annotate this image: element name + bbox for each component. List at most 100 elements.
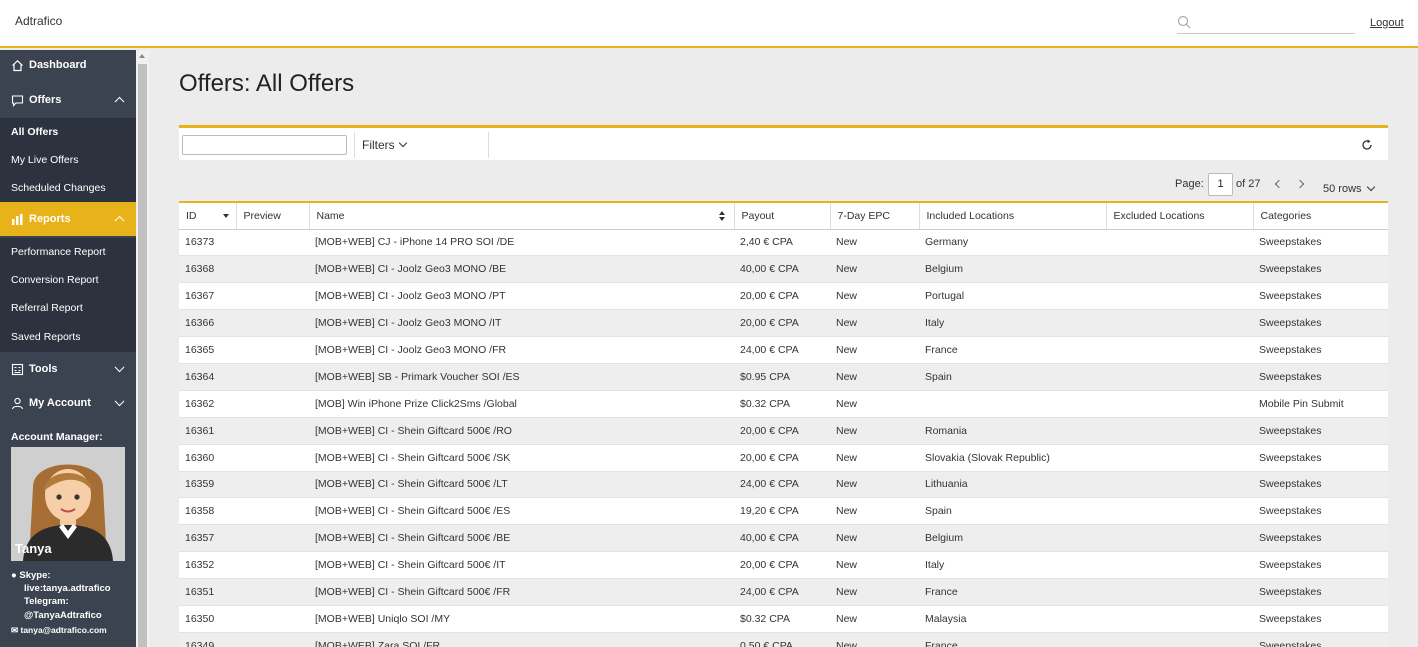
cell-name[interactable]: [MOB+WEB] CI - Joolz Geo3 MONO /BE [309,255,734,284]
cell-name[interactable]: [MOB+WEB] CI - Shein Giftcard 500€ /FR [309,578,734,606]
table-row[interactable]: 16367 [MOB+WEB] CI - Joolz Geo3 MONO /PT 2… [179,282,1388,311]
cell-name[interactable]: [MOB] Win iPhone Prize Click2Sms /Global [309,390,734,418]
refresh-icon[interactable] [1361,139,1373,151]
cell-epc: New [830,524,919,553]
sidebar: Dashboard Offers All Offers My Live Offe… [0,50,136,647]
offer-search-input[interactable] [182,135,347,155]
cell-categories: Sweepstakes [1253,229,1388,257]
table-row[interactable]: 16352 [MOB+WEB] CI - Shein Giftcard 500€ … [179,551,1388,580]
chevron-right-icon[interactable] [1295,179,1305,189]
telegram-value[interactable]: @TanyaAdtrafico [24,610,102,621]
chevron-down-icon [1366,182,1375,192]
offers-table: ID Preview Name Payout 7-Day EPC Include… [179,201,1388,647]
column-header-payout[interactable]: Payout [734,203,831,230]
cell-name[interactable]: [MOB+WEB] CI - Shein Giftcard 500€ /IT [309,551,734,580]
table-row[interactable]: 16360 [MOB+WEB] CI - Shein Giftcard 500€ … [179,444,1388,472]
cell-excluded-locations [1106,524,1253,553]
table-row[interactable]: 16365 [MOB+WEB] CI - Joolz Geo3 MONO /FR 2… [179,336,1388,364]
chevron-down-icon [398,138,407,148]
cell-name[interactable]: [MOB+WEB] CI - Shein Giftcard 500€ /LT [309,471,734,499]
cell-epc: New [830,229,919,257]
email-value[interactable]: tanya@adtrafico.com [21,625,107,635]
cell-name[interactable]: [MOB+WEB] Uniqlo SOI /MY [309,605,734,633]
cell-id: 16351 [179,578,236,606]
cell-excluded-locations [1106,605,1253,633]
sidebar-item-reports[interactable]: Reports [0,202,136,236]
sidebar-item-my-account[interactable]: My Account [0,386,136,420]
calculator-icon [11,363,24,375]
table-row[interactable]: 16368 [MOB+WEB] CI - Joolz Geo3 MONO /BE 4… [179,255,1388,284]
sidebar-subitem-performance-report[interactable]: Performance Report [0,238,136,266]
cell-name[interactable]: [MOB+WEB] CI - Shein Giftcard 500€ /RO [309,417,734,445]
table-row[interactable]: 16359 [MOB+WEB] CI - Shein Giftcard 500€ … [179,471,1388,499]
column-header-preview[interactable]: Preview [236,203,310,230]
cell-included-locations: France [919,632,1106,647]
column-header-name[interactable]: Name [309,203,735,230]
cell-name[interactable]: [MOB+WEB] CI - Joolz Geo3 MONO /IT [309,309,734,338]
offers-toolbar: Filters [179,125,1388,160]
skype-value[interactable]: live:tanya.adtrafico [24,583,111,594]
sidebar-subitem-all-offers[interactable]: All Offers [0,118,136,146]
sidebar-item-label: Offers [29,94,62,106]
cell-payout: 19,20 € CPA [734,497,830,526]
sidebar-subitem-saved-reports[interactable]: Saved Reports [0,322,136,352]
table-row[interactable]: 16361 [MOB+WEB] CI - Shein Giftcard 500€ … [179,417,1388,445]
cell-preview [236,229,309,257]
top-bar: Adtrafico Logout [0,0,1418,48]
column-header-id[interactable]: ID [179,203,237,230]
sidebar-subitem-referral-report[interactable]: Referral Report [0,294,136,322]
table-row[interactable]: 16366 [MOB+WEB] CI - Joolz Geo3 MONO /IT 2… [179,309,1388,338]
sidebar-item-offers[interactable]: Offers [0,83,136,117]
sidebar-subitem-conversion-report[interactable]: Conversion Report [0,266,136,294]
sidebar-item-tools[interactable]: Tools [0,352,136,386]
cell-epc: New [830,497,919,526]
cell-name[interactable]: [MOB+WEB] CI - Joolz Geo3 MONO /PT [309,282,734,311]
cell-payout: 0,50 € CPA [734,632,830,647]
page-number-input[interactable]: 1 [1208,173,1233,196]
sidebar-item-label: Tools [29,363,58,375]
cell-categories: Sweepstakes [1253,363,1388,391]
cell-name[interactable]: [MOB+WEB] CI - Shein Giftcard 500€ /SK [309,444,734,472]
cell-name[interactable]: [MOB+WEB] CJ - iPhone 14 PRO SOI /DE [309,229,734,257]
filters-label: Filters [362,138,395,152]
cell-name[interactable]: [MOB+WEB] SB - Primark Voucher SOI /ES [309,363,734,391]
table-row[interactable]: 16357 [MOB+WEB] CI - Shein Giftcard 500€ … [179,524,1388,553]
sidebar-item-dashboard[interactable]: Dashboard [0,50,136,80]
scrollbar-thumb[interactable] [138,64,147,647]
brand-name[interactable]: Adtrafico [15,14,62,28]
cell-categories: Sweepstakes [1253,497,1388,526]
cell-name[interactable]: [MOB+WEB] Zara SOI /FR [309,632,734,647]
table-row[interactable]: 16349 [MOB+WEB] Zara SOI /FR 0,50 € CPA New… [179,632,1388,647]
search-input[interactable] [1197,14,1353,32]
cell-name[interactable]: [MOB+WEB] CI - Shein Giftcard 500€ /BE [309,524,734,553]
rows-per-page-select[interactable]: 50 rows [1323,178,1375,200]
table-row[interactable]: 16373 [MOB+WEB] CJ - iPhone 14 PRO SOI /D… [179,229,1388,257]
column-header-included-locations[interactable]: Included Locations [919,203,1107,230]
sidebar-scrollbar[interactable] [136,50,149,647]
table-row[interactable]: 16351 [MOB+WEB] CI - Shein Giftcard 500€ … [179,578,1388,606]
cell-included-locations: Portugal [919,282,1106,311]
pager-total: of 27 [1236,178,1261,190]
cell-categories: Sweepstakes [1253,282,1388,311]
cell-name[interactable]: [MOB+WEB] CI - Joolz Geo3 MONO /FR [309,336,734,364]
cell-id: 16358 [179,497,236,526]
column-header-excluded-locations[interactable]: Excluded Locations [1106,203,1254,230]
table-row[interactable]: 16364 [MOB+WEB] SB - Primark Voucher SOI … [179,363,1388,391]
cell-preview [236,255,309,284]
cell-id: 16350 [179,605,236,633]
sidebar-subitem-scheduled-changes[interactable]: Scheduled Changes [0,174,136,202]
cell-categories: Mobile Pin Submit [1253,390,1388,418]
chevron-left-icon[interactable] [1274,179,1284,189]
filters-dropdown[interactable]: Filters [362,138,407,152]
table-row[interactable]: 16362 [MOB] Win iPhone Prize Click2Sms /G… [179,390,1388,418]
table-row[interactable]: 16358 [MOB+WEB] CI - Shein Giftcard 500€ … [179,497,1388,526]
scroll-up-arrow-icon[interactable] [139,54,145,58]
cell-included-locations: France [919,578,1106,606]
table-row[interactable]: 16350 [MOB+WEB] Uniqlo SOI /MY $0.32 CPA Ne… [179,605,1388,633]
sidebar-subitem-my-live-offers[interactable]: My Live Offers [0,146,136,174]
logout-link[interactable]: Logout [1370,17,1404,29]
cell-name[interactable]: [MOB+WEB] CI - Shein Giftcard 500€ /ES [309,497,734,526]
column-header-categories[interactable]: Categories [1253,203,1388,230]
cell-included-locations: Romania [919,417,1106,445]
column-header-epc[interactable]: 7-Day EPC [830,203,920,230]
